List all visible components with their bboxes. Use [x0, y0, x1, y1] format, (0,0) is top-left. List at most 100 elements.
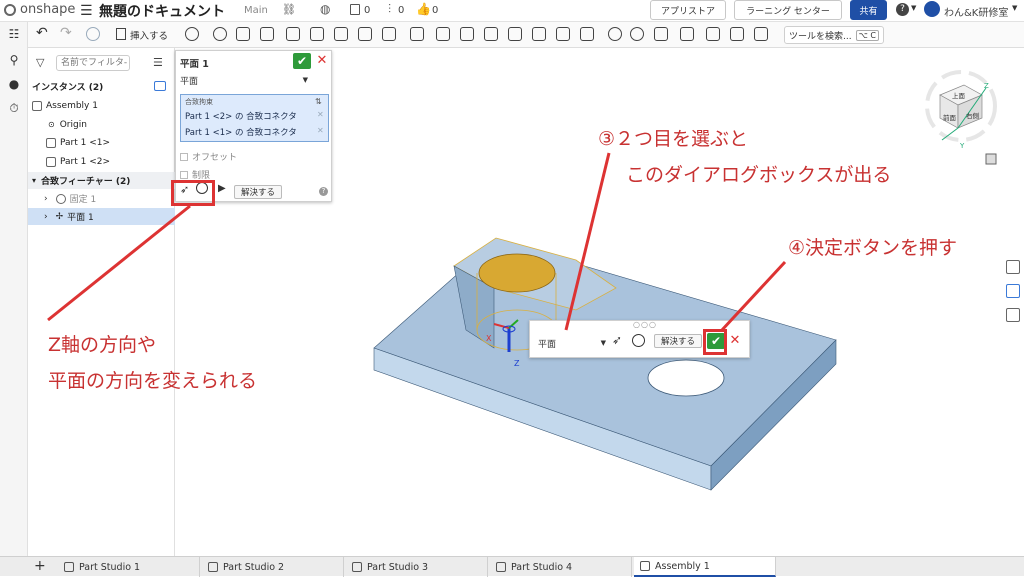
parallel-mate-icon[interactable] [382, 27, 396, 41]
remove-icon[interactable]: ✕ [317, 126, 324, 135]
add-tab-icon[interactable]: + [34, 558, 46, 574]
explode-icon[interactable] [680, 27, 694, 41]
dialog-cancel-button[interactable]: ✕ [316, 53, 328, 69]
version-icon[interactable]: ⫶ [388, 2, 391, 17]
rack-pinion-icon[interactable] [508, 27, 522, 41]
tab-part-studio-4[interactable]: Part Studio 4 [490, 557, 632, 577]
mate-type-select[interactable]: 平面 ▼ [180, 73, 308, 87]
chevron-right-icon: › [44, 193, 48, 204]
parts-list-icon[interactable] [1006, 284, 1020, 298]
mini-mate-type-select[interactable]: 平面 ▼ [538, 336, 606, 350]
mate-connector-row[interactable]: Part 1 <1> の 合致コネクタ [185, 126, 297, 138]
mini-resolve-button[interactable]: 解決する [654, 334, 702, 348]
replicate-icon[interactable] [580, 27, 594, 41]
cylindrical-mate-icon[interactable] [310, 27, 324, 41]
onshape-logo-icon [4, 4, 16, 16]
filter-input[interactable] [56, 55, 130, 71]
gear-icon[interactable] [608, 27, 622, 41]
insert-instance-icon[interactable] [154, 81, 166, 91]
list-view-icon[interactable]: ☰ [153, 56, 163, 69]
chevron-down-icon[interactable]: ▼ [911, 4, 916, 12]
view-cube[interactable]: 上面 前面 右側 Z Y [925, 70, 997, 150]
list-item[interactable]: Part 1 <2> [28, 153, 175, 170]
remove-icon[interactable]: ✕ [317, 110, 324, 119]
list-item[interactable]: › 固定 1 [28, 190, 175, 207]
drag-handle-icon[interactable]: ○○○ [633, 320, 657, 329]
section-view-icon[interactable] [706, 27, 720, 41]
measure-icon[interactable] [730, 27, 744, 41]
planar-mate-icon[interactable] [286, 27, 300, 41]
list-item[interactable]: › ✢ 平面 1 [28, 208, 175, 225]
resolve-button[interactable]: 解決する [234, 185, 282, 199]
clock-icon[interactable] [185, 27, 199, 41]
user-name[interactable]: わん&K研修室 [944, 4, 1008, 19]
mate-connector-icon[interactable] [436, 27, 450, 41]
reorient-secondary-axis-icon[interactable] [632, 334, 645, 347]
triad-x-label: X [486, 334, 492, 343]
globe-icon[interactable]: ◍ [320, 2, 330, 16]
chevron-down-icon[interactable]: ▼ [1012, 4, 1017, 12]
ball-mate-icon[interactable] [358, 27, 372, 41]
mate-connector-row[interactable]: Part 1 <2> の 合致コネクタ [185, 110, 297, 122]
insert-icon[interactable] [116, 28, 126, 40]
list-item[interactable]: Assembly 1 [28, 97, 175, 114]
app-store-button[interactable]: アプリストア [650, 0, 726, 20]
redo-icon[interactable]: ↷ [60, 25, 72, 41]
mate-values-icon[interactable]: ⚲ [7, 54, 21, 66]
history-icon[interactable]: ⏱ [7, 102, 21, 114]
display-states-icon[interactable] [754, 27, 768, 41]
screw-relation-icon[interactable] [532, 27, 546, 41]
copy-icon[interactable] [350, 4, 360, 15]
version-count: 0 [398, 5, 405, 16]
play-icon[interactable]: ▶ [218, 183, 226, 194]
comment-icon[interactable]: ● [7, 78, 21, 90]
configurations-icon[interactable] [1006, 308, 1020, 322]
revolute-mate-icon[interactable] [236, 27, 250, 41]
help-icon[interactable]: ? [896, 3, 909, 16]
undo-icon[interactable]: ↶ [36, 25, 48, 41]
fastened-mate-icon[interactable] [213, 27, 227, 41]
insert-label[interactable]: 挿入する [130, 28, 168, 42]
tangent-mate-icon[interactable] [410, 27, 424, 41]
list-item[interactable]: Part 1 <1> [28, 134, 175, 151]
tab-part-studio-3[interactable]: Part Studio 3 [346, 557, 488, 577]
group-icon[interactable] [460, 27, 474, 41]
confirm-button-highlight [703, 329, 727, 355]
pin-slot-mate-icon[interactable] [334, 27, 348, 41]
share-button[interactable]: 共有 [850, 0, 887, 20]
dialog-confirm-button[interactable]: ✔ [293, 53, 311, 69]
flip-primary-axis-icon[interactable]: ➶ [612, 333, 622, 347]
chevron-right-icon: › [44, 211, 48, 222]
tab-bar: + Part Studio 1 Part Studio 2 Part Studi… [0, 556, 1024, 577]
like-icon[interactable]: 👍 [416, 2, 431, 16]
refresh-icon[interactable] [86, 27, 100, 41]
linear-relation-icon[interactable] [556, 27, 570, 41]
document-title[interactable]: 無題のドキュメント [99, 1, 225, 21]
offset-checkbox[interactable]: オフセット [180, 150, 237, 163]
slider-mate-icon[interactable] [260, 27, 274, 41]
hamburger-menu-icon[interactable]: ☰ [80, 3, 93, 19]
hole-top [478, 253, 556, 293]
mini-cancel-button[interactable]: ✕ [729, 333, 741, 349]
tab-assembly-1[interactable]: Assembly 1 [634, 557, 776, 577]
list-item[interactable]: ⊙ Origin [28, 116, 175, 133]
feature-list-icon[interactable]: ☷ [7, 28, 21, 40]
bom-icon[interactable] [654, 27, 668, 41]
appearance-icon[interactable] [1006, 260, 1020, 274]
view-cube-z-label: Z [984, 82, 989, 90]
tab-part-studio-2[interactable]: Part Studio 2 [202, 557, 344, 577]
mate-features-header[interactable]: ▾ 合致フィーチャー (2) [28, 172, 175, 189]
tab-part-studio-1[interactable]: Part Studio 1 [58, 557, 200, 577]
flip-order-icon[interactable]: ⇅ [315, 97, 322, 106]
gear-icon[interactable] [630, 27, 644, 41]
learning-center-button[interactable]: ラーニング センター [734, 0, 842, 20]
filter-icon[interactable]: ▽ [36, 56, 44, 69]
gear-relation-icon[interactable] [484, 27, 498, 41]
view-cube-right-label: 右側 [966, 111, 980, 120]
mate-connectors-box[interactable]: 合致拘束 ⇅ Part 1 <2> の 合致コネクタ ✕ Part 1 <1> … [180, 94, 329, 142]
search-tools-input[interactable]: ツールを検索... ⌥ C [784, 26, 884, 44]
link-icon[interactable]: ⛓ [282, 3, 296, 16]
avatar[interactable] [924, 1, 940, 17]
help-icon[interactable]: ? [319, 187, 328, 196]
assembly-icon [32, 100, 42, 111]
